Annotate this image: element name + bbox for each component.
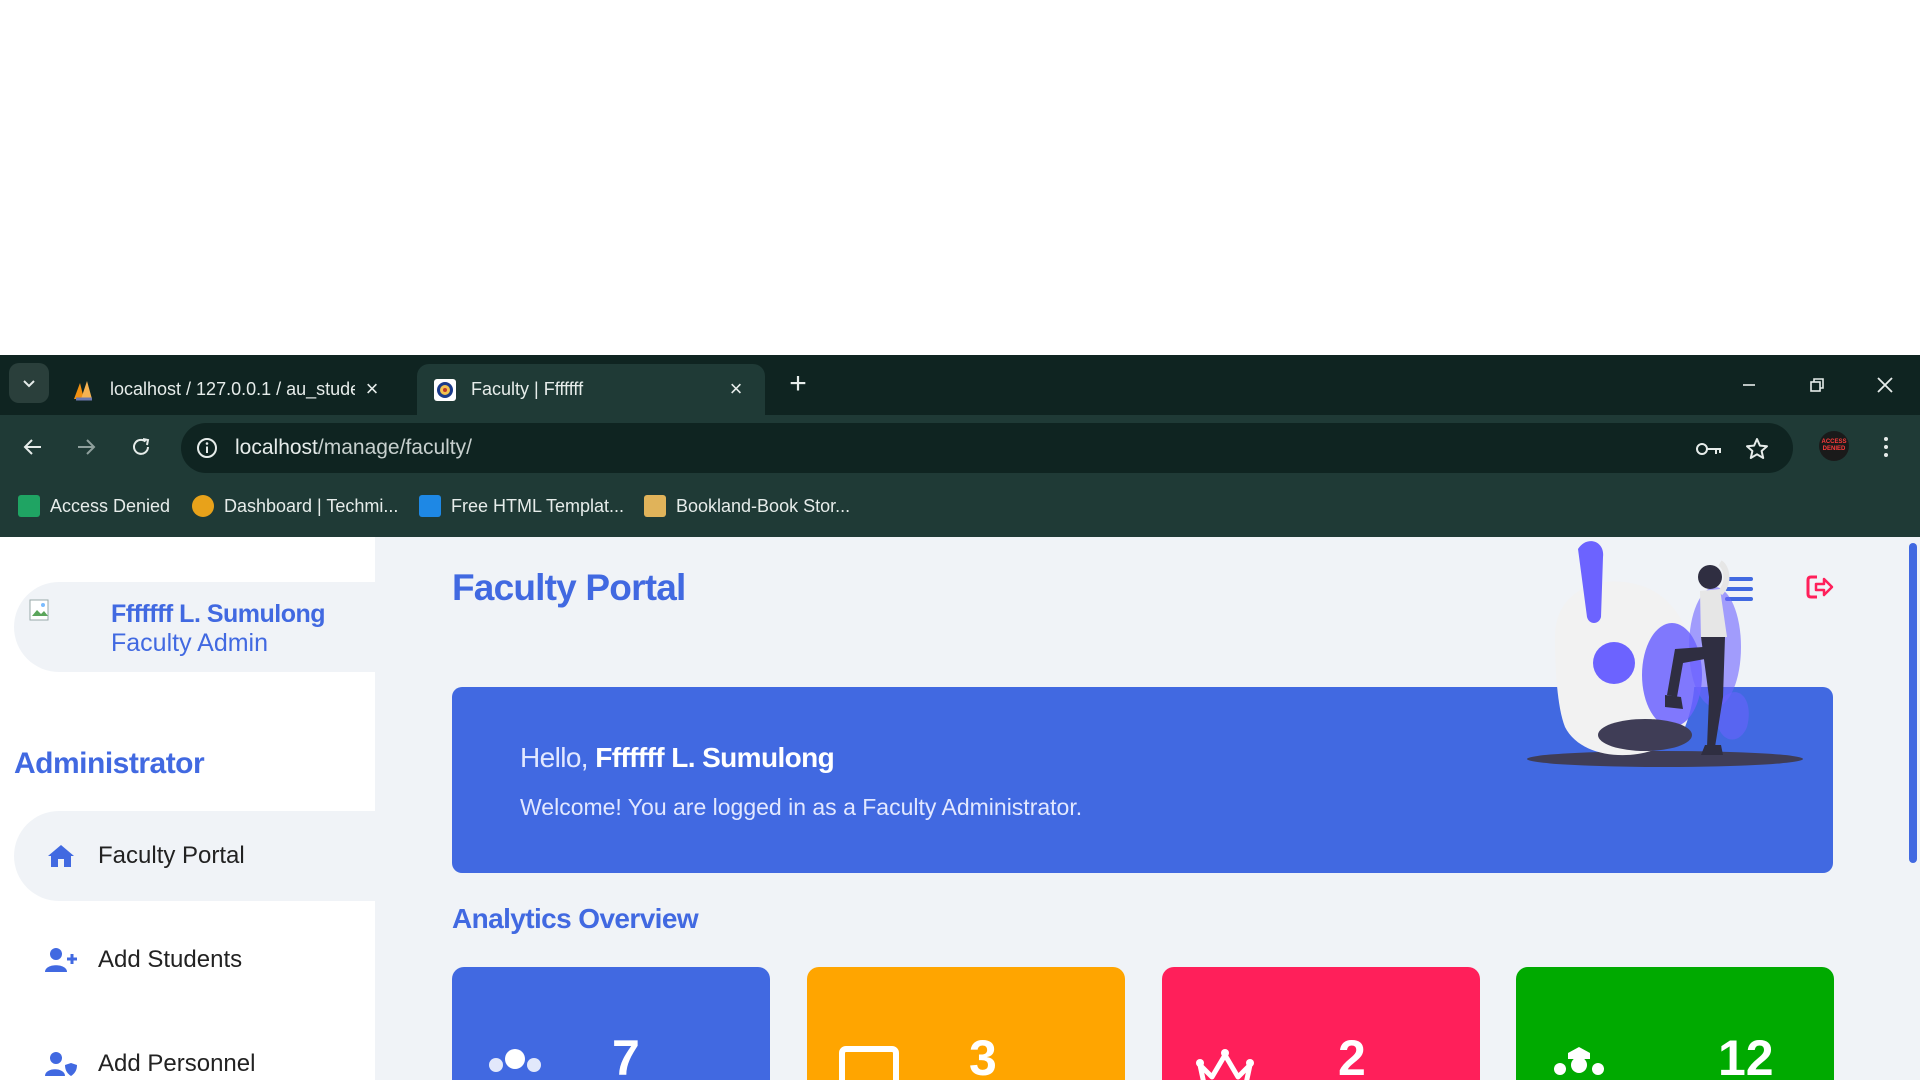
bookmark-star-icon[interactable] [1743,435,1771,463]
stat-card-personnel[interactable]: 12 [1516,967,1834,1080]
bookmark-item[interactable]: Dashboard | Techmi... [192,495,398,517]
page-title: Faculty Portal [452,567,686,608]
site-logo-icon [433,378,457,402]
stat-value: 2 [1338,1030,1366,1080]
sidebar-item-label: Add Personnel [98,1050,256,1077]
phpmyadmin-icon [72,378,96,402]
profile-name: Fffffff L. Sumulong [111,600,326,628]
users-icon [484,1045,546,1080]
restore-icon [1810,378,1824,392]
profile-avatar[interactable]: ACCESS DENIED [1819,431,1849,461]
page: Fffffff L. Sumulong Faculty Admin Admini… [0,537,1920,1080]
close-tab-icon[interactable]: × [361,378,383,400]
stat-card-devices[interactable]: 3 [807,967,1125,1080]
banner-user-name: Fffffff L. Sumulong [595,742,835,773]
restore-button[interactable] [1797,367,1837,403]
banner-message: Welcome! You are logged in as a Faculty … [520,794,1083,820]
bookmark-favicon-icon [644,495,666,517]
chevron-down-icon [23,380,35,388]
stat-value: 12 [1718,1030,1774,1080]
user-group-icon [1548,1045,1610,1080]
browser-toolbar: localhost/manage/faculty/ ACCESS DENIED [0,415,1920,481]
reload-icon [133,438,150,455]
profile-card: Fffffff L. Sumulong Faculty Admin [14,582,375,672]
stat-card-students[interactable]: 7 [452,967,770,1080]
tablet-icon [839,1045,901,1080]
bookmark-favicon-icon [18,495,40,517]
sidebar-item-label: Faculty Portal [98,842,245,869]
sidebar-item-add-students[interactable]: Add Students [14,915,375,1005]
minimize-button[interactable] [1729,367,1769,403]
avatar [28,598,56,626]
user-plus-icon [44,945,78,975]
sidebar-item-label: Add Students [98,946,243,973]
analytics-title: Analytics Overview [452,903,699,934]
banner-greeting: Hello, Fffffff L. Sumulong [520,742,835,773]
forward-button[interactable] [66,427,106,467]
welcome-illustration [1527,541,1803,767]
sidebar-item-faculty-portal[interactable]: Faculty Portal [14,811,375,901]
tab-phpmyadmin[interactable]: localhost / 127.0.0.1 / au_studer × [56,364,401,415]
password-key-icon[interactable] [1695,435,1723,463]
minimize-icon [1743,384,1755,386]
stat-card-admins[interactable]: 2 [1162,967,1480,1080]
close-icon [1877,377,1893,393]
tab-title: Faculty | Fffffff [471,379,584,399]
stat-value: 7 [612,1030,640,1080]
address-bar[interactable]: localhost/manage/faculty/ [181,423,1793,473]
site-info-icon[interactable] [195,436,219,460]
sidebar: Fffffff L. Sumulong Faculty Admin Admini… [0,537,375,1080]
close-tab-icon[interactable]: × [725,378,747,400]
bookmark-favicon-icon [192,495,214,517]
home-icon [44,841,78,871]
arrow-left-icon [23,439,41,455]
bookmark-item[interactable]: Bookland-Book Stor... [644,495,850,517]
bookmark-item[interactable]: Access Denied [18,495,170,517]
back-button[interactable] [13,427,53,467]
bookmark-item[interactable]: Free HTML Templat... [419,495,624,517]
tab-search-button[interactable] [9,363,49,403]
scrollbar-thumb[interactable] [1909,543,1917,863]
tab-title: localhost / 127.0.0.1 / au_studer [110,379,355,399]
bookmarks-bar: Access Denied Dashboard | Techmi... Free… [0,481,1920,537]
tab-faculty[interactable]: Faculty | Fffffff × [417,364,765,415]
user-shield-icon [44,1049,78,1079]
new-tab-button[interactable]: + [782,369,814,401]
tab-strip: localhost / 127.0.0.1 / au_studer × Facu… [0,355,1920,415]
crown-icon [1194,1045,1256,1080]
stat-value: 3 [969,1030,997,1080]
arrow-right-icon [78,439,96,455]
browser-chrome: localhost / 127.0.0.1 / au_studer × Facu… [0,355,1920,537]
url-text: localhost/manage/faculty/ [235,436,472,459]
sidebar-section-title: Administrator [14,747,205,780]
reload-button[interactable] [121,427,161,467]
close-window-button[interactable] [1865,367,1905,403]
profile-role: Faculty Admin [111,629,269,657]
sidebar-item-add-personnel[interactable]: Add Personnel [14,1019,375,1080]
bookmark-favicon-icon [419,495,441,517]
browser-menu-icon[interactable] [1872,429,1900,465]
